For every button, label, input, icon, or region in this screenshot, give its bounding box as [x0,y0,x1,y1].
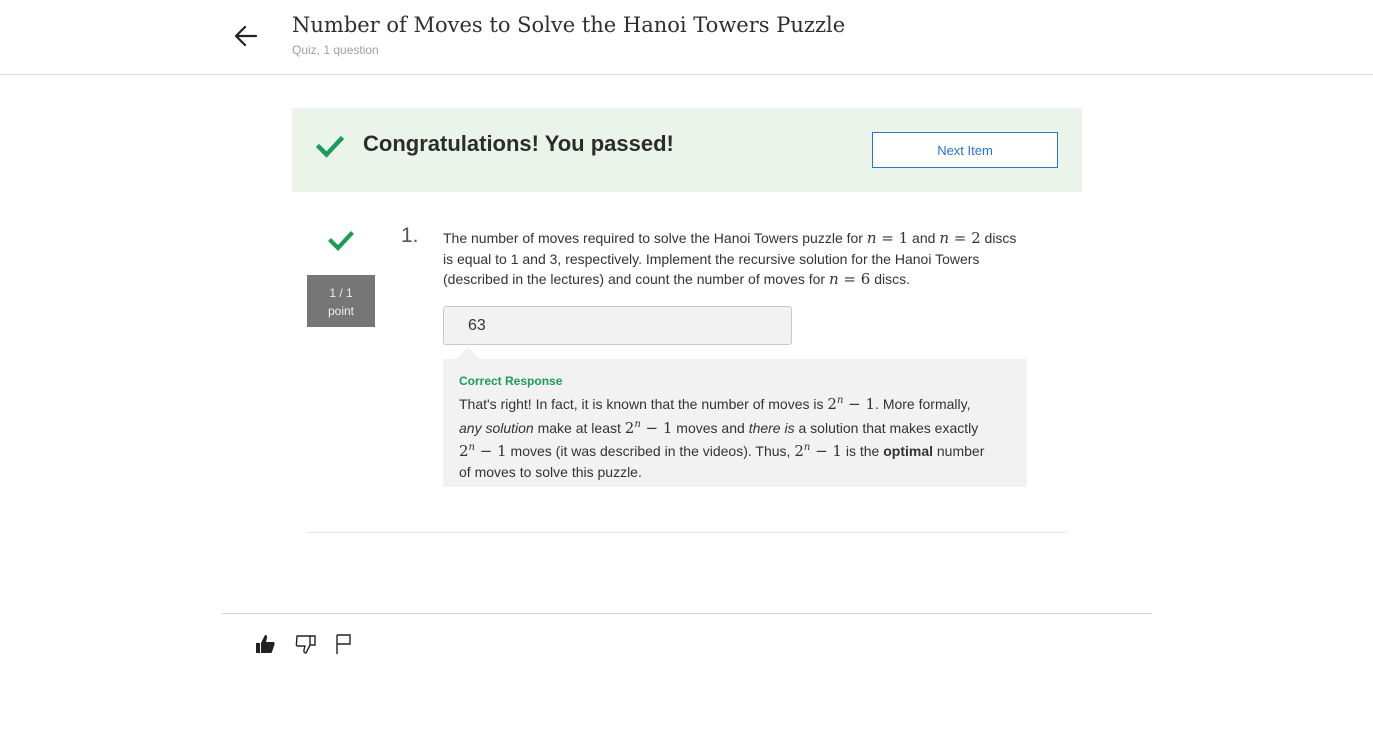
passed-message: Congratulations! You passed! [363,131,674,156]
answer-input[interactable] [443,306,792,345]
feedback-box: Correct Response That's right! In fact, … [443,359,1027,487]
points-score: 1 / 1 [329,286,353,300]
page-subtitle: Quiz, 1 question [292,43,379,57]
feedback-text: That's right! In fact, it is known that … [459,395,985,480]
passed-banner: Congratulations! You passed! Next Item [292,108,1082,192]
thumbs-up-icon[interactable] [253,632,277,656]
question-divider [307,532,1067,533]
question-text: The number of moves required to solve th… [443,229,1017,288]
checkmark-icon [315,135,345,159]
feedback-title: Correct Response [459,374,563,388]
points-unit: point [327,304,355,318]
question-number: 1. [401,224,419,247]
page-header: Number of Moves to Solve the Hanoi Tower… [0,0,1373,75]
next-item-button[interactable]: Next Item [872,132,1058,168]
footer-divider [222,613,1152,614]
flag-icon[interactable] [333,632,357,656]
arrow-left-icon[interactable] [232,22,260,50]
points-badge: 1 / 1 point [307,275,375,327]
question-correct-icon [328,230,354,252]
thumbs-down-icon[interactable] [294,632,318,656]
feedback-pointer [456,347,480,359]
page-title: Number of Moves to Solve the Hanoi Tower… [292,13,846,37]
